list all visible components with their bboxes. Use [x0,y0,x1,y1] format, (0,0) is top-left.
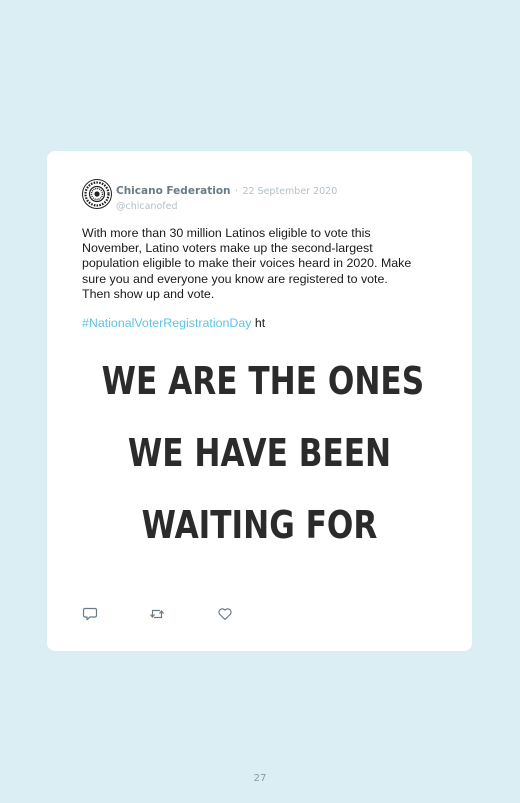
tweet-image[interactable]: WE ARE THE ONES WE HAVE BEEN WAITING FOR [67,341,452,556]
heart-icon[interactable] [217,606,233,622]
avatar[interactable] [82,179,112,209]
page-number: 27 [253,773,267,784]
tweet-card: Chicano Federation · 22 September 2020 @… [47,151,472,651]
image-text-line-2: WE HAVE BEEN [127,431,392,475]
separator: · [234,186,238,197]
hashtag-line: #NationalVoterRegistrationDay ht [82,316,265,330]
body-line: With more than 30 million Latinos eligib… [82,226,371,240]
image-text-line-3: WAITING FOR [141,503,378,547]
body-line: November, Latino voters make up the seco… [82,241,373,256]
reply-icon[interactable] [82,606,98,622]
tweet-body: With more than 30 million Latinos eligib… [82,226,444,302]
tweet-date[interactable]: 22 September 2020 [242,186,337,197]
retweet-icon[interactable] [149,606,165,622]
body-line: sure you and everyone you know are regis… [82,271,388,286]
author-name[interactable]: Chicano Federation [116,185,231,197]
author-handle[interactable]: @chicanofed [116,201,337,212]
body-line: population eligible to make their voices… [82,256,412,271]
tweet-header: Chicano Federation · 22 September 2020 @… [116,181,337,212]
truncated-link-text: ht [251,316,266,330]
hashtag-link[interactable]: #NationalVoterRegistrationDay [82,316,251,330]
body-line: Then show up and vote. [82,286,215,301]
image-text-line-1: WE ARE THE ONES [101,359,425,403]
